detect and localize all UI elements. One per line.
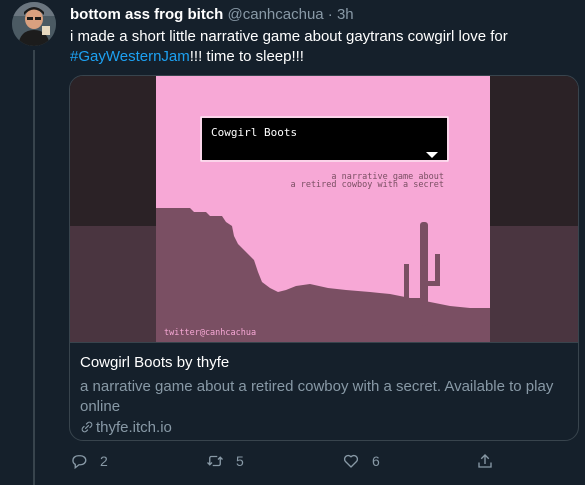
hashtag-link[interactable]: #GayWesternJam xyxy=(70,48,190,65)
card-image[interactable]: Cowgirl Boots a narrative game about a r… xyxy=(70,76,578,342)
game-credit: twitter@canhcachua xyxy=(164,328,256,338)
handle-time[interactable]: @canhcachua · 3h xyxy=(228,6,354,23)
card-title[interactable]: Cowgirl Boots by thyfe xyxy=(80,354,229,371)
tweet-text-main: i made a short little narrative game abo… xyxy=(70,28,508,45)
reply-button[interactable]: 2 xyxy=(70,452,108,470)
game-subtitle-line2: a retired cowboy with a secret xyxy=(290,180,444,190)
avatar-image xyxy=(12,2,56,46)
card-domain[interactable]: thyfe.itch.io xyxy=(80,419,172,436)
share-icon xyxy=(478,454,492,468)
tweet: bottom ass frog bitch @canhcachua · 3h i… xyxy=(0,0,585,485)
retweet-icon xyxy=(207,455,223,467)
tweet-text: i made a short little narrative game abo… xyxy=(70,27,570,67)
link-icon xyxy=(81,421,93,433)
reply-count: 2 xyxy=(100,453,108,469)
card-description: a narrative game about a retired cowboy … xyxy=(80,378,554,415)
game-screenshot: Cowgirl Boots a narrative game about a r… xyxy=(70,76,578,342)
link-card[interactable]: Cowgirl Boots a narrative game about a r… xyxy=(69,75,579,441)
retweet-count: 5 xyxy=(236,453,244,469)
like-button[interactable]: 6 xyxy=(342,452,380,470)
thread-line xyxy=(33,50,35,485)
share-button[interactable] xyxy=(476,452,506,470)
tweet-header: bottom ass frog bitch @canhcachua · 3h xyxy=(70,6,354,23)
game-title-text: Cowgirl Boots xyxy=(211,126,297,139)
retweet-button[interactable]: 5 xyxy=(206,452,244,470)
reply-icon xyxy=(72,455,87,470)
card-info[interactable]: Cowgirl Boots by thyfe a narrative game … xyxy=(70,342,578,440)
heart-icon xyxy=(343,454,359,468)
tweet-actions: 2 5 6 xyxy=(70,452,510,474)
card-domain-text: thyfe.itch.io xyxy=(96,419,172,436)
tweet-text-end: !!! time to sleep!!! xyxy=(189,48,304,65)
display-name[interactable]: bottom ass frog bitch xyxy=(70,6,223,23)
avatar[interactable] xyxy=(12,2,56,46)
like-count: 6 xyxy=(372,453,380,469)
